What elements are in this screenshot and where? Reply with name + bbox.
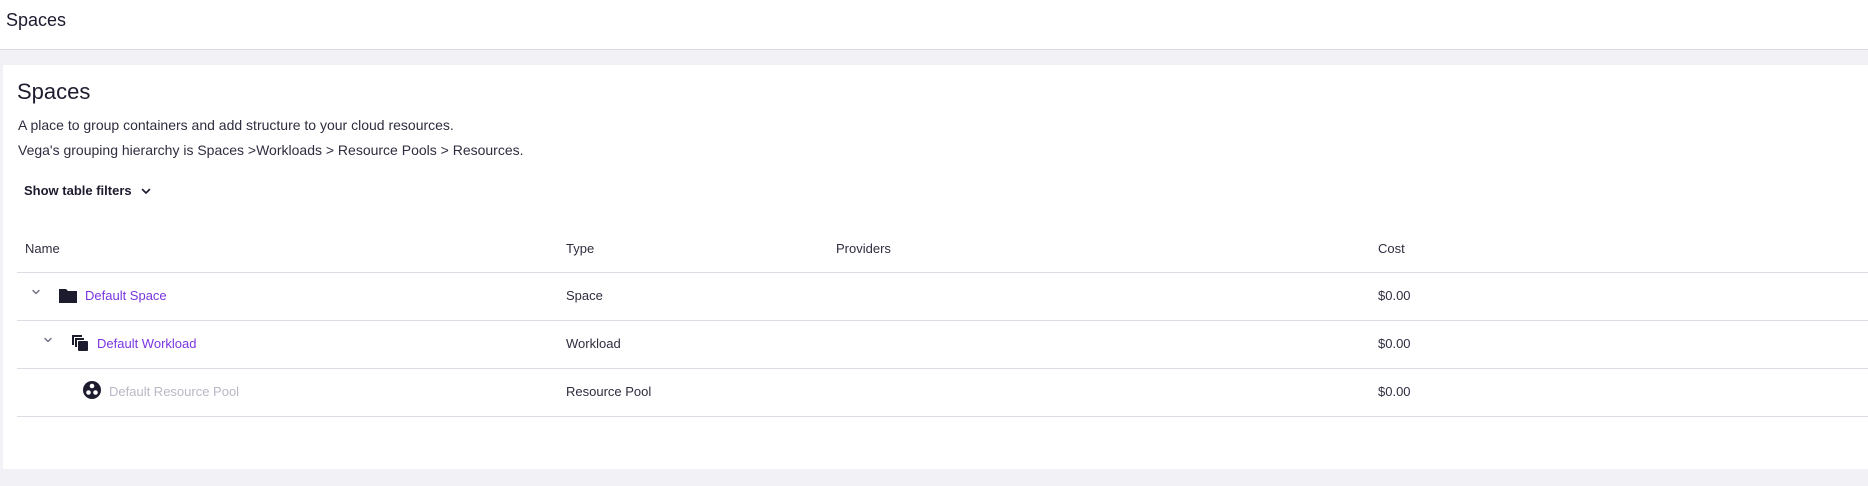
- column-header-name[interactable]: Name: [25, 241, 60, 256]
- default-workload-link[interactable]: Default Workload: [97, 336, 196, 351]
- default-space-link[interactable]: Default Space: [85, 288, 167, 303]
- default-resource-pool-name: Default Resource Pool: [109, 384, 240, 399]
- table-row: Default Space Space $0.00: [17, 273, 1868, 321]
- page-title: Spaces: [17, 79, 91, 104]
- row-type: Space: [566, 288, 603, 303]
- row-cost: $0.00: [1378, 384, 1411, 399]
- column-header-cost[interactable]: Cost: [1378, 241, 1405, 256]
- row-cost: $0.00: [1378, 288, 1411, 303]
- column-header-providers[interactable]: Providers: [836, 241, 891, 256]
- column-header-type[interactable]: Type: [566, 241, 594, 256]
- show-table-filters-label: Show table filters: [24, 183, 132, 198]
- spaces-card: Spaces A place to group containers and a…: [3, 65, 1868, 469]
- spaces-table: Name Type Providers Cost Default Space S…: [17, 225, 1868, 417]
- resource-pool-icon: [83, 381, 101, 399]
- description-line-1: A place to group containers and add stru…: [18, 117, 454, 133]
- stacked-squares-icon: [72, 335, 88, 351]
- table-row: Default Workload Workload $0.00: [17, 321, 1868, 369]
- top-bar: Spaces: [0, 0, 1868, 50]
- chevron-down-icon[interactable]: [29, 285, 43, 299]
- chevron-down-icon[interactable]: [41, 333, 55, 347]
- row-type: Workload: [566, 336, 621, 351]
- row-cost: $0.00: [1378, 336, 1411, 351]
- description-line-2: Vega's grouping hierarchy is Spaces >Wor…: [18, 142, 524, 158]
- table-header: Name Type Providers Cost: [17, 225, 1868, 273]
- row-type: Resource Pool: [566, 384, 652, 399]
- top-bar-title: Spaces: [6, 10, 67, 30]
- show-table-filters-button[interactable]: Show table filters: [24, 183, 152, 198]
- folder-icon: [59, 289, 77, 303]
- table-row: Default Resource Pool Resource Pool $0.0…: [17, 369, 1868, 417]
- chevron-down-icon: [141, 188, 150, 194]
